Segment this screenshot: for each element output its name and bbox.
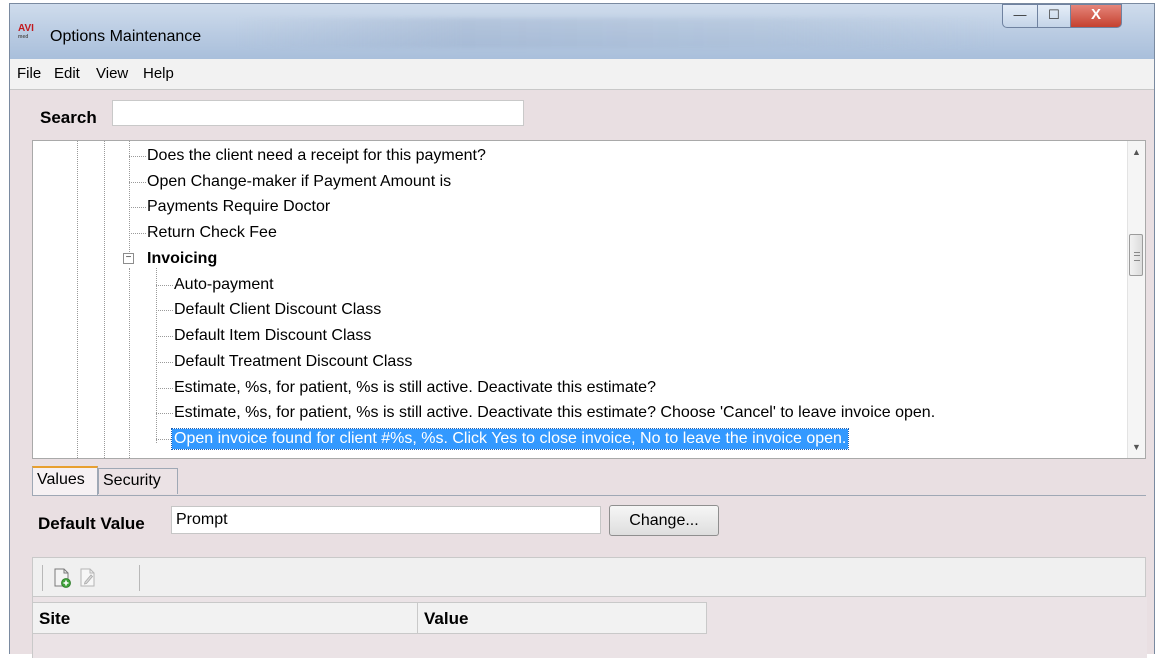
menu-view[interactable]: View bbox=[96, 65, 128, 82]
tree-guide-line bbox=[129, 268, 130, 458]
tree-item-selected[interactable]: Open invoice found for client #%s, %s. C… bbox=[170, 428, 850, 450]
grip-icon bbox=[1134, 252, 1140, 261]
tree-item[interactable]: Auto-payment bbox=[174, 275, 274, 295]
tab-security[interactable]: Security bbox=[98, 468, 178, 494]
tree-branch-line bbox=[156, 362, 173, 363]
tree-guide-line bbox=[156, 268, 157, 443]
tree-item[interactable]: Payments Require Doctor bbox=[147, 197, 330, 217]
tree-item[interactable]: Estimate, %s, for patient, %s is still a… bbox=[174, 403, 935, 423]
tree-item[interactable]: Estimate, %s, for patient, %s is still a… bbox=[174, 378, 656, 398]
app-logo-icon: AVI med bbox=[18, 23, 34, 41]
title-bar[interactable]: AVI med Options Maintenance — ☐ X bbox=[10, 4, 1154, 60]
tree-guide-line bbox=[104, 141, 105, 458]
tree-branch-line bbox=[129, 156, 146, 157]
tree-item[interactable]: Return Check Fee bbox=[147, 223, 277, 243]
default-value-field[interactable] bbox=[171, 506, 601, 534]
scroll-up-arrow-icon[interactable]: ▲ bbox=[1128, 147, 1145, 157]
tree-guide-line bbox=[77, 141, 78, 458]
toolbar-separator bbox=[42, 565, 43, 591]
column-header-value[interactable]: Value bbox=[417, 602, 707, 634]
search-input[interactable] bbox=[112, 100, 524, 126]
scrollbar-thumb[interactable] bbox=[1129, 234, 1143, 276]
default-value-label: Default Value bbox=[38, 514, 145, 533]
tree-item[interactable]: Default Client Discount Class bbox=[174, 300, 381, 320]
tree-item[interactable]: Open Change-maker if Payment Amount is bbox=[147, 172, 451, 192]
toolbar-separator bbox=[139, 565, 140, 591]
menu-bar: File Edit View Help bbox=[10, 59, 1154, 90]
tree-branch-line bbox=[156, 439, 173, 440]
tree-item[interactable]: Does the client need a receipt for this … bbox=[147, 146, 486, 166]
tab-strip-divider bbox=[32, 495, 1146, 496]
menu-help[interactable]: Help bbox=[143, 65, 174, 82]
scroll-down-arrow-icon[interactable]: ▼ bbox=[1128, 442, 1145, 452]
tree-item[interactable]: Default Item Discount Class bbox=[174, 326, 371, 346]
tree-branch-line bbox=[156, 336, 173, 337]
tree-guide-line bbox=[129, 141, 130, 264]
tab-values[interactable]: Values bbox=[32, 466, 98, 496]
menu-edit[interactable]: Edit bbox=[54, 65, 80, 82]
tree-item[interactable]: Default Treatment Discount Class bbox=[174, 352, 412, 372]
tree-branch-line bbox=[156, 285, 173, 286]
options-tree[interactable]: Does the client need a receipt for this … bbox=[32, 140, 1146, 459]
maximize-button[interactable]: ☐ bbox=[1037, 4, 1071, 28]
close-button[interactable]: X bbox=[1070, 4, 1122, 28]
title-bar-background bbox=[235, 18, 995, 48]
window-title: Options Maintenance bbox=[50, 28, 202, 45]
collapse-toggle-icon[interactable]: − bbox=[123, 253, 134, 264]
tree-vertical-scrollbar[interactable]: ▲ ▼ bbox=[1127, 141, 1145, 458]
add-record-icon[interactable] bbox=[53, 568, 71, 588]
tree-branch-line bbox=[156, 413, 173, 414]
tree-branch-line bbox=[156, 310, 173, 311]
minimize-button[interactable]: — bbox=[1002, 4, 1038, 28]
tree-branch-line bbox=[129, 182, 146, 183]
column-header-site[interactable]: Site bbox=[32, 602, 418, 634]
tree-branch-line bbox=[129, 207, 146, 208]
tree-group-invoicing[interactable]: Invoicing bbox=[147, 249, 217, 269]
tree-branch-line bbox=[129, 233, 146, 234]
grid-toolbar bbox=[32, 557, 1146, 597]
tree-branch-line bbox=[156, 388, 173, 389]
change-button[interactable]: Change... bbox=[609, 505, 719, 536]
menu-file[interactable]: File bbox=[17, 65, 41, 82]
search-label: Search bbox=[40, 108, 97, 127]
edit-record-icon[interactable] bbox=[79, 568, 97, 588]
options-maintenance-window: AVI med Options Maintenance — ☐ X File Ed… bbox=[9, 3, 1155, 658]
